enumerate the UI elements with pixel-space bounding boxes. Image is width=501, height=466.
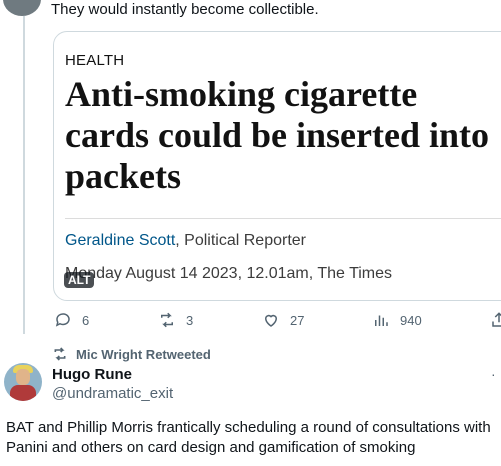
views-count: 940: [400, 312, 422, 328]
retweet-context-icon: [54, 347, 66, 361]
card-date: Monday August 14 2023, 12.01am, The Time…: [65, 265, 393, 282]
card-author-role: , Political Reporter: [175, 232, 306, 249]
tweet-author-name[interactable]: Hugo Rune: [52, 366, 132, 383]
alt-text-badge[interactable]: ALT: [64, 272, 95, 288]
like-button[interactable]: 27: [262, 311, 304, 329]
card-headline: Anti-smoking cigarette cards could be in…: [65, 74, 490, 196]
reply-icon: [55, 313, 70, 327]
card-byline: Geraldine Scott, Political Reporter: [65, 232, 306, 250]
link-preview-card[interactable]: HEALTH Anti-smoking cigarette cards coul…: [53, 31, 501, 301]
retweet-button[interactable]: 3: [158, 311, 193, 329]
card-divider: [65, 218, 501, 219]
card-author-link[interactable]: Geraldine Scott: [65, 232, 175, 249]
reply-count: 6: [82, 312, 90, 328]
avatar[interactable]: [4, 363, 42, 401]
previous-tweet-avatar[interactable]: [3, 0, 41, 16]
retweet-count: 3: [186, 312, 194, 328]
views-icon: [375, 315, 388, 326]
retweet-icon: [161, 312, 173, 328]
previous-tweet-text: They would instantly become collectible.: [51, 1, 319, 18]
tweet-text: BAT and Phillip Morris frantically sched…: [6, 419, 491, 456]
share-icon: [492, 312, 501, 327]
retweet-context: Mic Wright Retweeted: [52, 346, 211, 362]
like-count: 27: [290, 312, 305, 328]
like-icon: [264, 314, 278, 327]
share-button[interactable]: [490, 311, 501, 329]
views-button[interactable]: 940: [372, 311, 422, 329]
thread-connector-line: [23, 16, 25, 334]
retweet-context-text[interactable]: Mic Wright Retweeted: [76, 347, 211, 362]
card-section-label: HEALTH: [65, 52, 125, 69]
more-icon[interactable]: ·: [491, 366, 497, 382]
tweet-author-handle[interactable]: @undramatic_exit: [52, 385, 173, 402]
reply-button[interactable]: 6: [54, 311, 89, 329]
